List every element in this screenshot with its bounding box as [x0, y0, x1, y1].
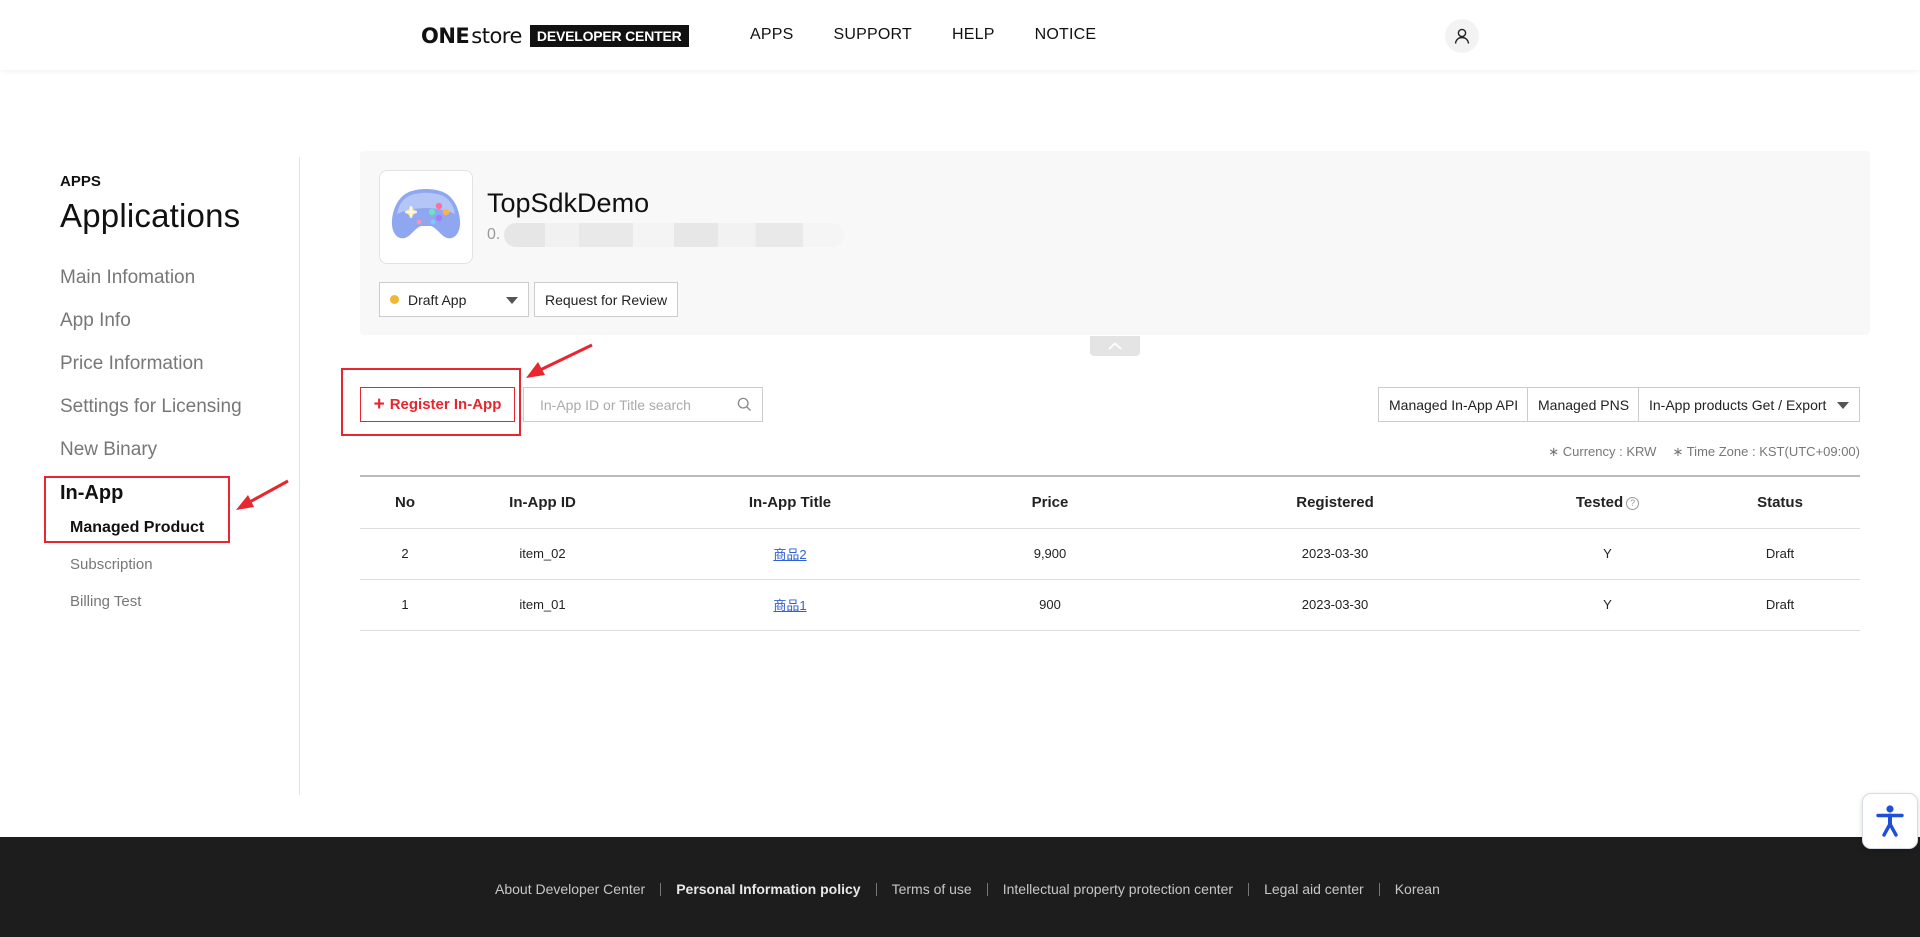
footer-separator: [1378, 882, 1380, 896]
inapp-export-label: In-App products Get / Export: [1649, 396, 1827, 413]
cell-registered: 2023-03-30: [1155, 528, 1515, 580]
footer-link-about[interactable]: About Developer Center: [495, 881, 645, 897]
status-dot-icon: [390, 295, 399, 304]
sidebar-title: Applications: [60, 197, 241, 234]
col-header-tested: Tested?: [1515, 476, 1700, 529]
cell-inapp-id: item_01: [450, 579, 635, 631]
developer-center-badge: DEVELOPER CENTER: [529, 25, 689, 47]
col-header-no: No: [360, 476, 450, 529]
col-header-status: Status: [1700, 476, 1860, 529]
cell-price: 9,900: [945, 528, 1155, 580]
sidebar-item-settings-licensing[interactable]: Settings for Licensing: [60, 396, 242, 418]
table-meta-info: ∗ Currency : KRW ∗ Time Zone : KST(UTC+0…: [1548, 444, 1860, 460]
help-icon[interactable]: ?: [1626, 496, 1640, 510]
annotation-highlight-inapp: [44, 476, 230, 543]
nav-help[interactable]: HELP: [952, 26, 995, 44]
footer-link-terms[interactable]: Terms of use: [892, 881, 972, 897]
footer-separator: [986, 882, 988, 896]
collapse-card-button[interactable]: [1090, 336, 1140, 356]
user-icon: [1454, 28, 1470, 44]
managed-pns-button[interactable]: Managed PNS: [1527, 387, 1641, 422]
onestore-logo[interactable]: ONE store DEVELOPER CENTER: [421, 24, 689, 48]
footer-separator: [875, 882, 877, 896]
app-icon: [379, 170, 473, 264]
cell-inapp-title: 商品1: [635, 579, 945, 631]
annotation-arrow-register: [526, 343, 593, 378]
cell-price: 900: [945, 579, 1155, 631]
cell-no: 1: [360, 579, 450, 631]
footer-separator: [1248, 882, 1250, 896]
app-package-prefix: 0.: [487, 226, 501, 243]
nav-apps[interactable]: APPS: [750, 26, 794, 44]
cell-registered: 2023-03-30: [1155, 579, 1515, 631]
logo-one-text: ONE: [421, 24, 470, 48]
sidebar-item-price-information[interactable]: Price Information: [60, 353, 204, 375]
table-row: 2 item_02 商品2 9,900 2023-03-30 Y Draft: [360, 528, 1860, 580]
cell-inapp-title: 商品2: [635, 528, 945, 580]
logo-store-text: store: [471, 24, 522, 48]
cell-tested: Y: [1515, 528, 1700, 580]
annotation-arrow-inapp: [236, 479, 289, 510]
cell-status: Draft: [1700, 528, 1860, 580]
inapp-export-select[interactable]: In-App products Get / Export: [1638, 387, 1860, 422]
sidebar-item-main-information[interactable]: Main Infomation: [60, 267, 195, 289]
inapp-products-table: No In-App ID In-App Title Price Register…: [360, 475, 1860, 631]
timezone-note: ∗ Time Zone : KST(UTC+09:00): [1672, 444, 1860, 459]
currency-note: ∗ Currency : KRW: [1548, 444, 1657, 459]
col-header-registered: Registered: [1155, 476, 1515, 529]
col-header-inapp-id: In-App ID: [450, 476, 635, 529]
sidebar-item-billing-test[interactable]: Billing Test: [70, 593, 141, 610]
col-header-tested-label: Tested: [1575, 493, 1624, 511]
accessibility-button[interactable]: [1862, 793, 1918, 849]
footer-separator: [660, 882, 662, 896]
user-menu-button[interactable]: [1445, 19, 1479, 53]
sidebar-item-app-info[interactable]: App Info: [60, 310, 131, 332]
search-icon[interactable]: [737, 397, 752, 412]
cell-no: 2: [360, 528, 450, 580]
register-inapp-button[interactable]: + Register In-App: [360, 387, 515, 422]
managed-inapp-api-button[interactable]: Managed In-App API: [1378, 387, 1530, 422]
app-name: TopSdkDemo: [487, 188, 650, 218]
register-inapp-label: Register In-App: [389, 396, 502, 413]
app-status-select[interactable]: Draft App: [379, 282, 529, 317]
app-summary-card: TopSdkDemo 0. Draft App Request for Revi…: [360, 151, 1870, 335]
table-header-row: No In-App ID In-App Title Price Register…: [360, 476, 1860, 529]
col-header-price: Price: [945, 476, 1155, 529]
footer-link-legal-aid[interactable]: Legal aid center: [1264, 881, 1364, 897]
footer-link-privacy-policy[interactable]: Personal Information policy: [676, 881, 860, 897]
app-status-label: Draft App: [408, 291, 467, 308]
main-nav: APPS SUPPORT HELP NOTICE: [750, 26, 1096, 44]
page-footer: About Developer Center Personal Informat…: [0, 837, 1920, 937]
package-name-redacted: [504, 223, 845, 247]
inapp-search-input[interactable]: [524, 388, 724, 421]
footer-links: About Developer Center Personal Informat…: [495, 881, 1440, 897]
footer-link-ip-protection[interactable]: Intellectual property protection center: [1003, 881, 1233, 897]
sidebar-item-new-binary[interactable]: New Binary: [60, 439, 157, 461]
nav-notice[interactable]: NOTICE: [1035, 26, 1097, 44]
cell-status: Draft: [1700, 579, 1860, 631]
footer-link-language-korean[interactable]: Korean: [1395, 881, 1440, 897]
inapp-title-link[interactable]: 商品2: [773, 547, 806, 562]
gamepad-icon: [391, 189, 461, 239]
sidebar-eyebrow: APPS: [60, 173, 101, 190]
inapp-search-box: [523, 387, 763, 422]
col-header-inapp-title: In-App Title: [635, 476, 945, 529]
top-header: ONE store DEVELOPER CENTER APPS SUPPORT …: [0, 0, 1920, 70]
app-package-name: 0.: [487, 223, 845, 247]
chevron-up-icon: [1108, 342, 1122, 350]
sidebar-divider: [299, 157, 300, 795]
table-row: 1 item_01 商品1 900 2023-03-30 Y Draft: [360, 579, 1860, 631]
cell-tested: Y: [1515, 579, 1700, 631]
inapp-title-link[interactable]: 商品1: [773, 598, 806, 613]
chevron-down-icon: [506, 297, 518, 304]
cell-inapp-id: item_02: [450, 528, 635, 580]
request-review-button[interactable]: Request for Review: [534, 282, 679, 317]
accessibility-icon: [1876, 805, 1904, 837]
plus-icon: +: [373, 394, 385, 415]
sidebar-item-subscription[interactable]: Subscription: [70, 556, 153, 573]
chevron-down-icon: [1837, 402, 1849, 409]
nav-support[interactable]: SUPPORT: [834, 26, 912, 44]
